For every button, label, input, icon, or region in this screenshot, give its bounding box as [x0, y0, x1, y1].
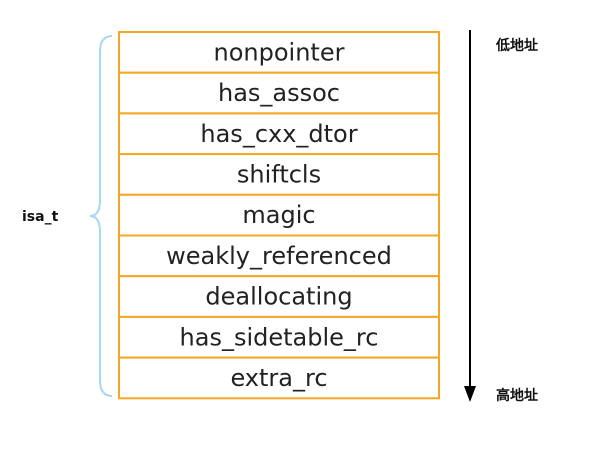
- low-address-label: 低地址: [495, 37, 538, 54]
- struct-brace: [89, 35, 113, 397]
- field-label: deallocating: [205, 283, 352, 311]
- address-arrow-head: [464, 386, 476, 402]
- field-label: magic: [242, 201, 315, 229]
- struct-label: isa_t: [22, 209, 59, 225]
- field-label: has_cxx_dtor: [200, 120, 357, 148]
- field-stack: nonpointer has_assoc has_cxx_dtor shiftcls m…: [118, 31, 440, 400]
- memory-layout-diagram: isa_t nonpointer has_assoc has_cxx_dtorshi…: [0, 0, 600, 458]
- isa-layout-svg: isa_t nonpointer has_assoc has_cxx_dtorshi…: [22, 30, 538, 404]
- field-label: nonpointer: [214, 38, 345, 66]
- high-address-label: 高地址: [496, 387, 538, 404]
- field-label: has_assoc: [218, 79, 340, 107]
- field-label: extra_rc: [230, 364, 327, 392]
- field-label: weakly_referenced: [166, 242, 392, 270]
- field-label: has_sidetable_rc: [180, 323, 379, 351]
- field-label: shiftcls: [237, 160, 321, 188]
